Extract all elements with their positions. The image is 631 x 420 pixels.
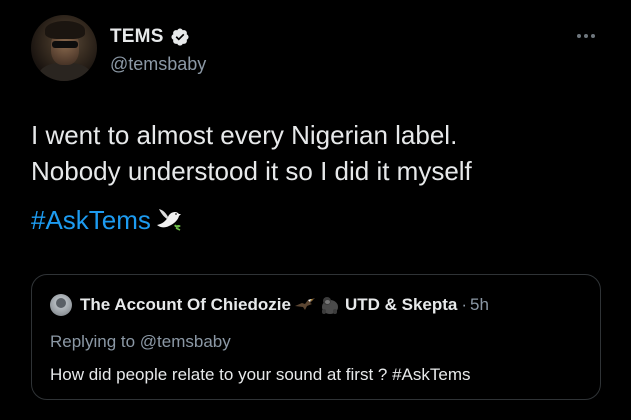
author-name-row: TEMS xyxy=(110,26,190,48)
hashtag-link[interactable]: #AskTems xyxy=(31,203,151,237)
avatar-body xyxy=(39,63,91,81)
avatar-sunglasses xyxy=(52,41,78,48)
tweet-text-line: I went to almost every Nigerian label. xyxy=(31,120,458,150)
more-options-icon[interactable] xyxy=(577,30,601,42)
replying-to: Replying to @temsbaby xyxy=(50,332,231,352)
gorilla-icon xyxy=(319,294,341,316)
eagle-icon xyxy=(294,294,316,316)
quoted-separator: · xyxy=(461,295,468,314)
tweet-text-line: Nobody understood it so I did it myself xyxy=(31,156,472,186)
more-dot xyxy=(577,34,581,38)
profile-avatar[interactable] xyxy=(31,15,97,81)
tweet-text: I went to almost every Nigerian label. N… xyxy=(31,117,611,189)
quoted-tweet[interactable]: The Account Of Chiedozie UTD & Skepta · … xyxy=(31,274,601,400)
quoted-timestamp[interactable]: 5h xyxy=(470,295,489,315)
quoted-display-name-suffix[interactable]: UTD & Skepta xyxy=(345,295,457,315)
verified-badge-icon xyxy=(170,27,190,47)
more-dot xyxy=(591,34,595,38)
more-dot xyxy=(584,34,588,38)
dove-icon xyxy=(153,205,183,235)
replying-to-label: Replying to xyxy=(50,332,136,351)
quoted-tweet-text: How did people relate to your sound at f… xyxy=(50,365,471,384)
author-handle[interactable]: @temsbaby xyxy=(110,54,206,75)
hashtag-row: #AskTems xyxy=(31,203,183,237)
replying-to-handle[interactable]: @temsbaby xyxy=(140,332,231,351)
avatar-hair xyxy=(45,21,85,39)
quoted-avatar[interactable] xyxy=(50,294,72,316)
quoted-author-row: The Account Of Chiedozie UTD & Skepta · … xyxy=(50,294,489,316)
quoted-display-name[interactable]: The Account Of Chiedozie xyxy=(80,295,291,315)
author-display-name[interactable]: TEMS xyxy=(110,26,164,48)
tweet-card: TEMS @temsbaby I went to almost every Ni… xyxy=(0,0,631,420)
